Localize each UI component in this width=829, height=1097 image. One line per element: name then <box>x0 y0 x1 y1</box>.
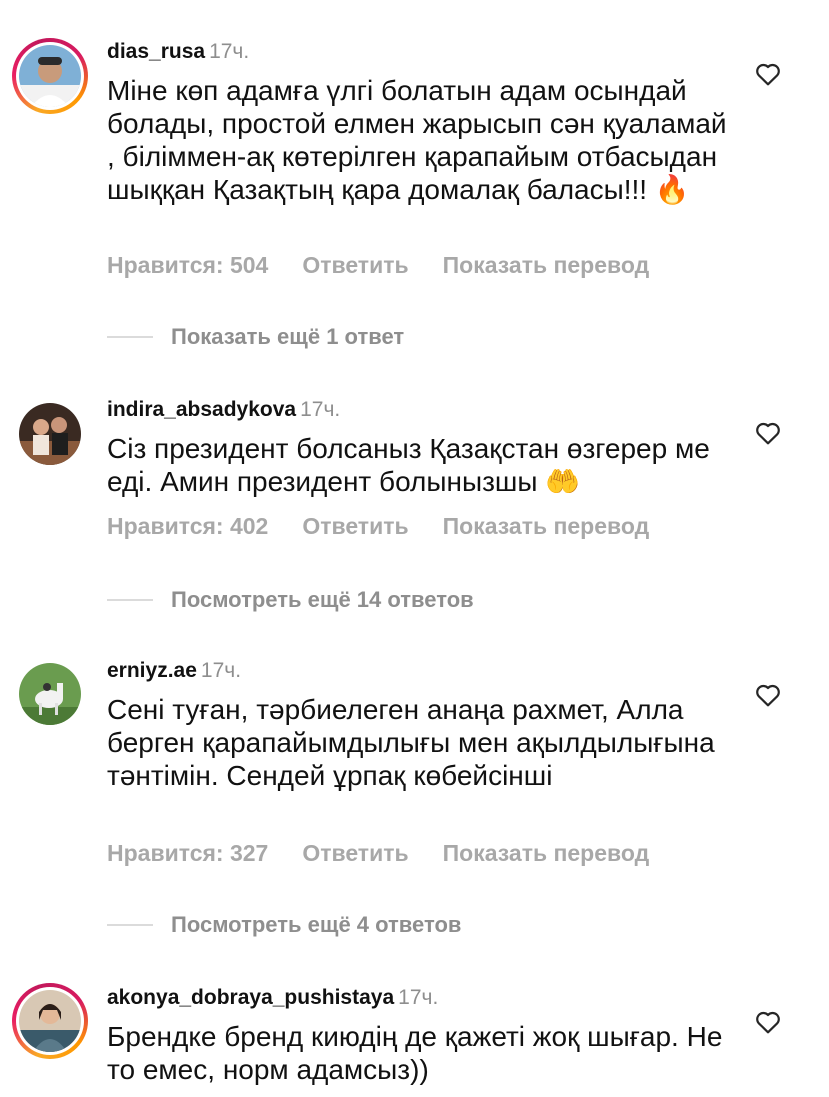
reply-button[interactable]: Ответить <box>302 840 408 867</box>
timestamp: 17ч. <box>398 986 439 1009</box>
show-translation-button[interactable]: Показать перевод <box>443 513 650 540</box>
comment-header: akonya_dobraya_pushistaya 17ч. <box>107 985 438 1011</box>
comment-actions: Нравится: 402 Ответить Показать перевод <box>107 513 649 540</box>
comment-actions: Нравится: 327 Ответить Показать перевод <box>107 840 649 867</box>
comment-header: dias_rusa 17ч. <box>107 39 249 65</box>
heart-outline-icon[interactable] <box>755 683 781 707</box>
view-replies-button[interactable]: Посмотреть ещё 14 ответов <box>107 587 474 613</box>
avatar-wrap[interactable] <box>12 396 88 472</box>
comment-text: Брендке бренд киюдің де қажеті жоқ шығар… <box>107 1021 731 1085</box>
username[interactable]: akonya_dobraya_pushistaya <box>107 986 394 1009</box>
avatar-story-ring[interactable] <box>12 983 88 1059</box>
replies-divider <box>107 336 153 338</box>
view-replies-button[interactable]: Показать ещё 1 ответ <box>107 324 404 350</box>
heart-outline-icon[interactable] <box>755 62 781 86</box>
reply-button[interactable]: Ответить <box>302 252 408 279</box>
heart-outline-icon[interactable] <box>755 1010 781 1034</box>
comment-text: Міне көп адамға үлгі болатын адам осында… <box>107 75 735 205</box>
show-translation-button[interactable]: Показать перевод <box>443 252 650 279</box>
timestamp: 17ч. <box>300 398 341 421</box>
view-replies-button[interactable]: Посмотреть ещё 4 ответов <box>107 912 461 938</box>
avatar <box>19 403 81 465</box>
likes-count[interactable]: Нравится: 327 <box>107 840 268 867</box>
avatar-wrap[interactable] <box>12 656 88 732</box>
timestamp: 17ч. <box>200 659 242 682</box>
view-replies-label: Показать ещё 1 ответ <box>171 324 405 349</box>
raising-hands-emoji: 🤲 <box>545 466 581 497</box>
likes-count[interactable]: Нравится: 402 <box>107 513 268 540</box>
comment-text: Сіз президент болсаныз Қазақстан өзгерер… <box>107 433 718 497</box>
avatar-story-ring[interactable] <box>12 38 88 114</box>
replies-divider <box>107 924 153 926</box>
view-replies-label: Посмотреть ещё 4 ответов <box>171 912 462 937</box>
avatar <box>19 45 81 107</box>
username[interactable]: erniyz.ae <box>107 659 197 682</box>
comment-text: Сені туған, тәрбиелеген анаңа рахмет, Ал… <box>107 694 723 791</box>
comment-actions: Нравится: 504 Ответить Показать перевод <box>107 252 649 279</box>
reply-button[interactable]: Ответить <box>302 513 408 540</box>
timestamp: 17ч. <box>209 40 250 63</box>
heart-outline-icon[interactable] <box>755 421 781 445</box>
comment-header: erniyz.ae 17ч. <box>107 658 241 684</box>
username[interactable]: indira_absadykova <box>107 398 296 421</box>
avatar <box>19 663 81 725</box>
show-translation-button[interactable]: Показать перевод <box>443 840 650 867</box>
replies-divider <box>107 599 153 601</box>
view-replies-label: Посмотреть ещё 14 ответов <box>171 587 474 612</box>
comment-header: indira_absadykova 17ч. <box>107 397 340 423</box>
likes-count[interactable]: Нравится: 504 <box>107 252 268 279</box>
username[interactable]: dias_rusa <box>107 40 205 63</box>
avatar <box>19 990 81 1052</box>
fire-emoji: 🔥 <box>654 174 690 205</box>
